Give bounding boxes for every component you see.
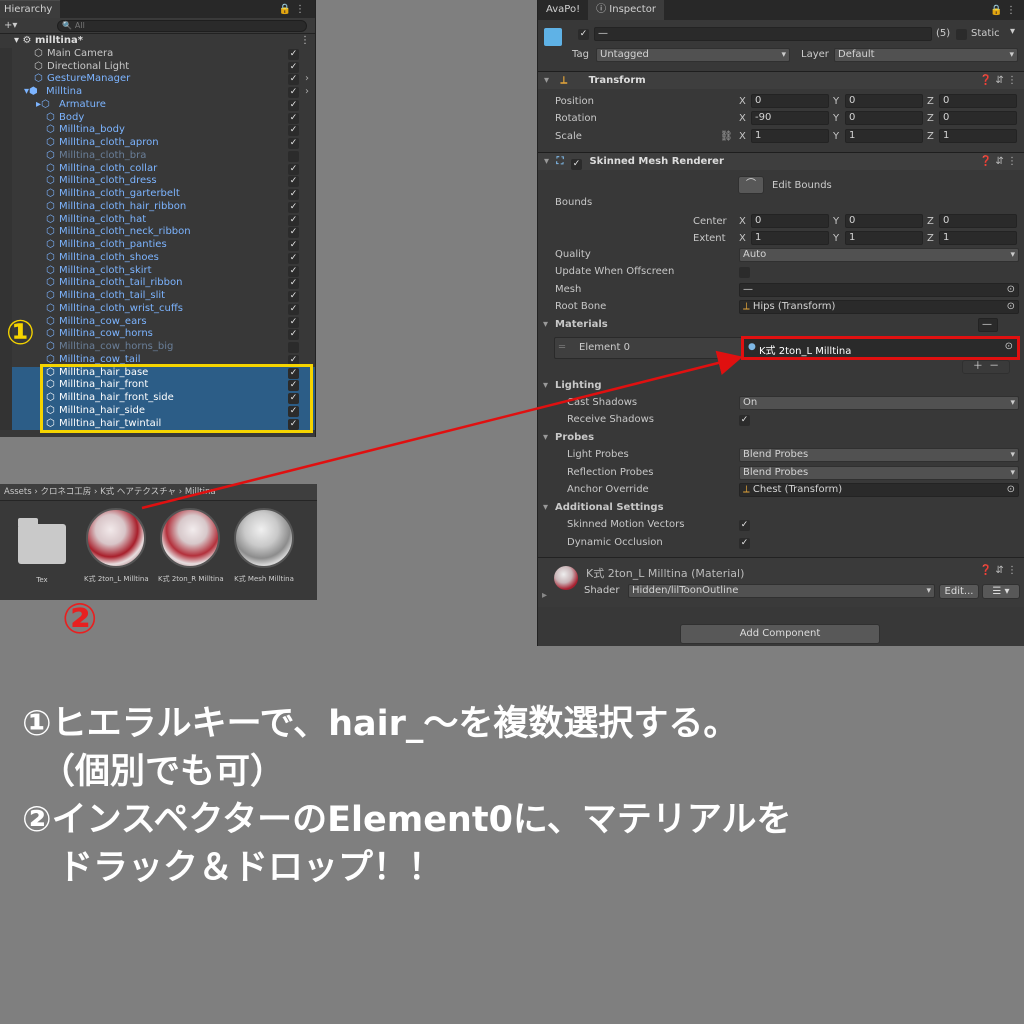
instruction-line-1: ①ヒエラルキーで、hair_～を複数選択する。 (22, 704, 739, 744)
instruction-line-4: ドラック＆ドロップ！！ (58, 848, 444, 888)
instruction-text: ①ヒエラルキーで、hair_～を複数選択する。 （個別でも可） ②インスペクター… (22, 700, 792, 892)
instruction-line-2: （個別でも可） (40, 752, 286, 792)
arrow-line (141, 350, 743, 510)
instruction-line-3: ②インスペクターのElement0に、マテリアルを (22, 800, 792, 840)
